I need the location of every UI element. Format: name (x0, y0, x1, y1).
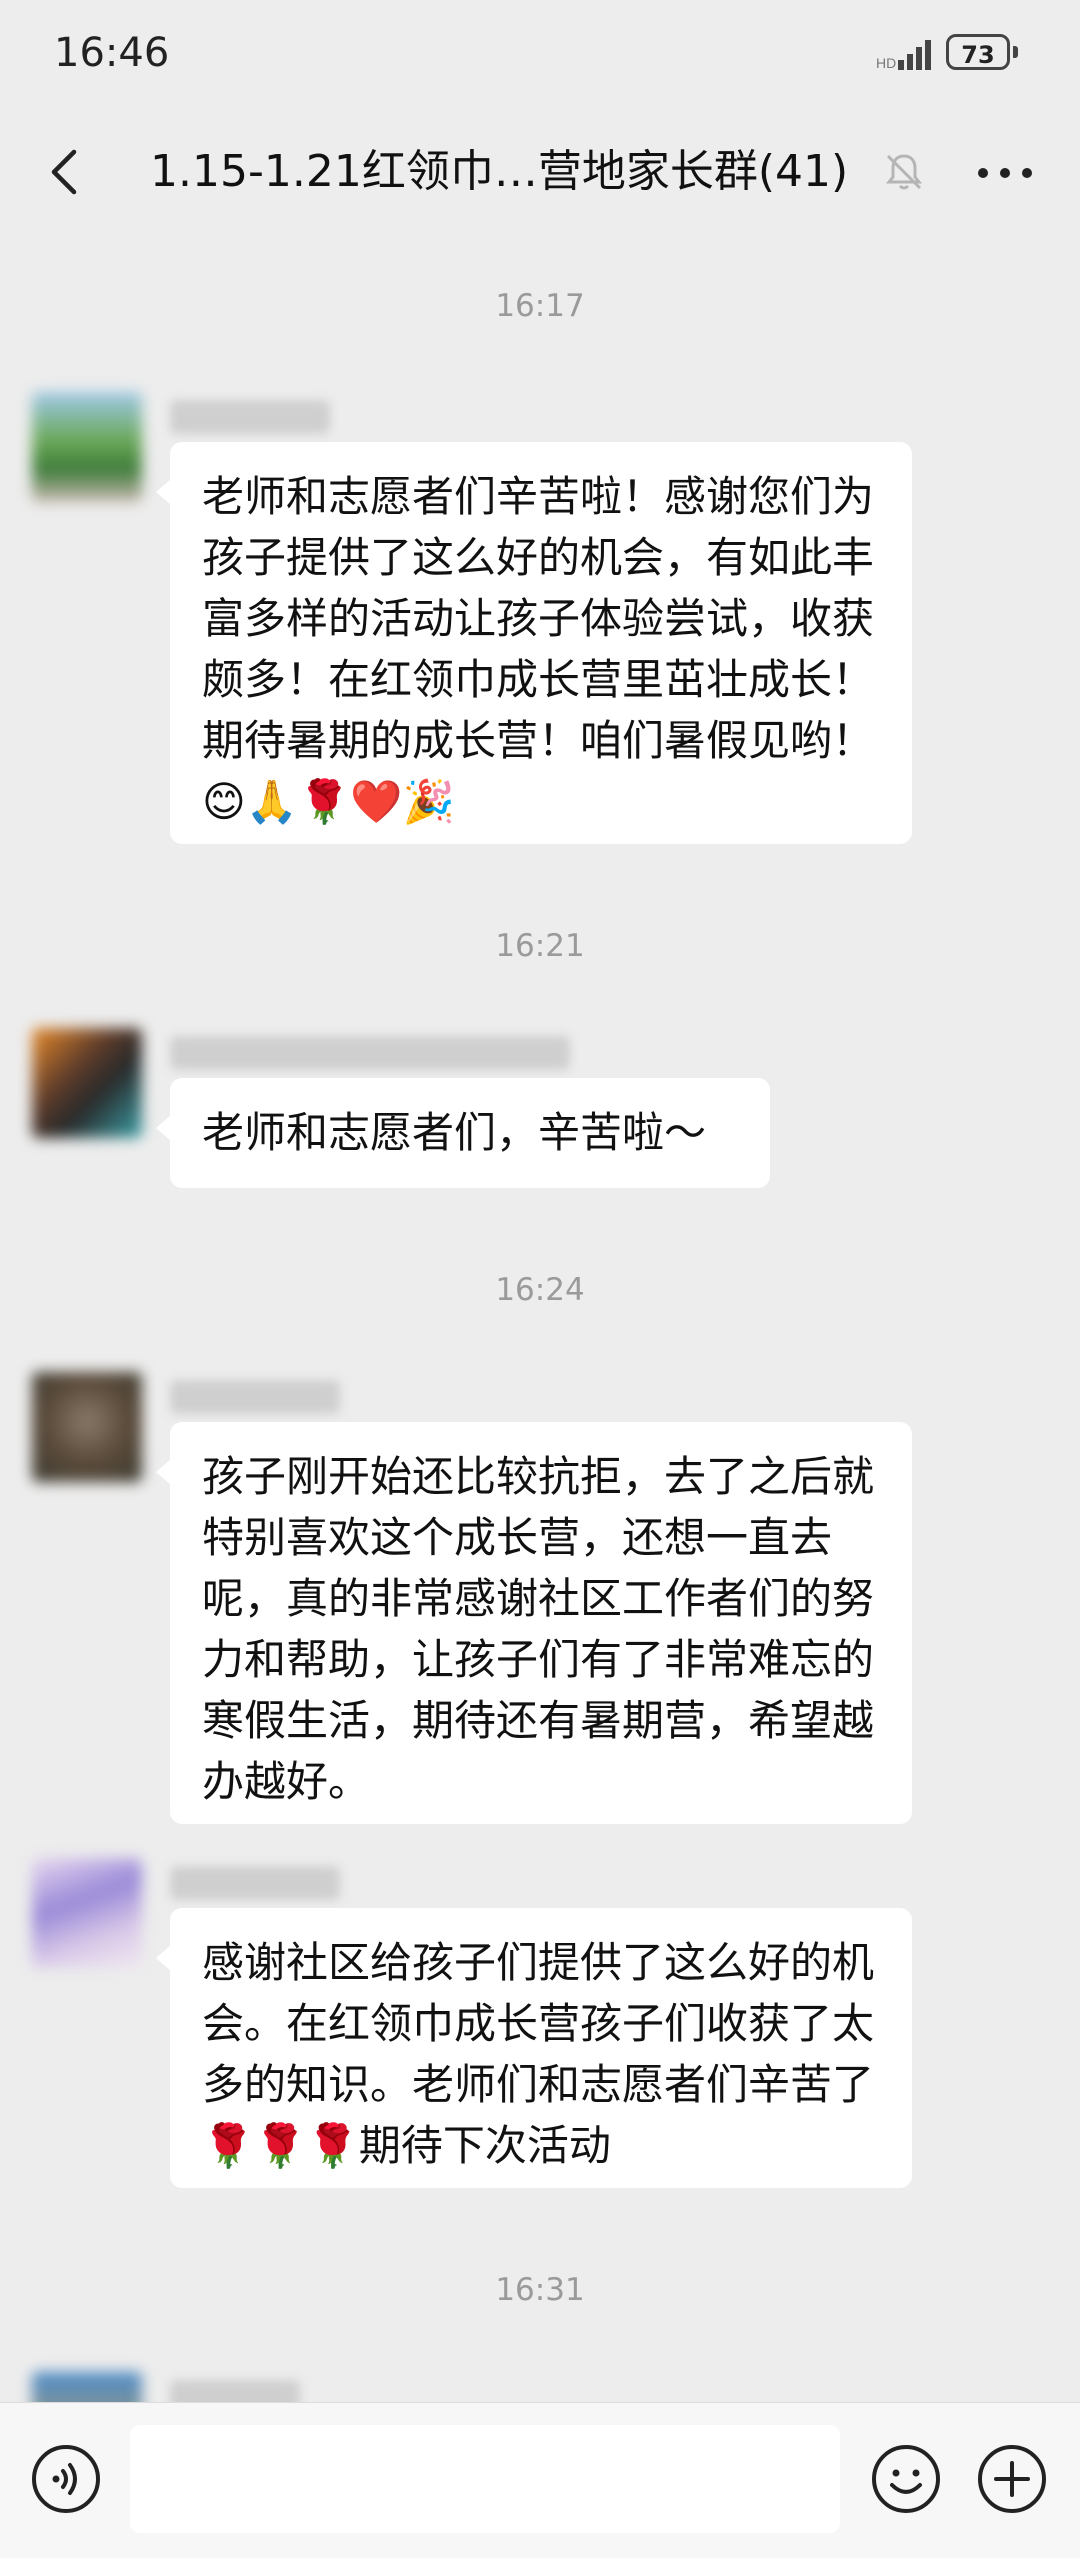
sender-name (170, 1380, 340, 1414)
avatar[interactable] (32, 1028, 142, 1138)
sender-name (170, 1866, 340, 1900)
chat-title: 1.15-1.21红领巾…营地家长群(41) (150, 146, 849, 197)
chevron-left-icon[interactable] (36, 142, 96, 202)
smiley-icon[interactable] (870, 2443, 942, 2515)
avatar[interactable] (32, 1372, 142, 1482)
avatar[interactable] (32, 392, 142, 502)
message-bubble[interactable]: 老师和志愿者们辛苦啦！感谢您们为孩子提供了这么好的机会，有如此丰富多样的活动让孩… (156, 442, 912, 844)
sender-name (170, 1036, 570, 1070)
bell-off-icon (885, 154, 923, 190)
timestamp: 16:31 (495, 2272, 585, 2308)
sender-name (170, 400, 330, 434)
status-bar: 16:46 HD 73 (0, 0, 1080, 112)
message-bubble[interactable]: 孩子刚开始还比较抗拒，去了之后就特别喜欢这个成长营，还想一直去呢，真的非常感谢社… (156, 1422, 912, 1824)
message-text: 孩子刚开始还比较抗拒，去了之后就特别喜欢这个成长营，还想一直去呢，真的非常感谢社… (202, 1452, 875, 1806)
message-bubble[interactable]: 老师和志愿者们，辛苦啦～ (156, 1078, 770, 1188)
more-horizontal-icon[interactable] (970, 148, 1040, 198)
battery-icon: 73 (946, 34, 1022, 74)
plus-circle-icon[interactable] (976, 2443, 1048, 2515)
message-text: 老师和志愿者们辛苦啦！感谢您们为孩子提供了这么好的机会，有如此丰富多样的活动让孩… (202, 472, 875, 826)
avatar[interactable] (32, 2372, 142, 2402)
message-text: 感谢社区给孩子们提供了这么好的机会。在红领巾成长营孩子们收获了太多的知识。老师们… (202, 1938, 875, 2170)
chat-header: 1.15-1.21红领巾…营地家长群(41) (0, 112, 1080, 232)
battery-level: 73 (961, 41, 995, 69)
avatar[interactable] (32, 1858, 142, 1968)
signal-icon: HD (876, 40, 931, 71)
message-text: 老师和志愿者们，辛苦啦～ (202, 1108, 707, 1157)
timestamp: 16:17 (495, 288, 585, 324)
sender-name (170, 2380, 300, 2402)
input-bar (0, 2402, 1080, 2558)
status-time: 16:46 (54, 30, 170, 76)
timestamp: 16:24 (495, 1272, 585, 1308)
timestamp: 16:21 (495, 928, 585, 964)
message-bubble[interactable]: 感谢社区给孩子们提供了这么好的机会。在红领巾成长营孩子们收获了太多的知识。老师们… (156, 1908, 912, 2188)
chat-messages[interactable]: 16:17 老师和志愿者们辛苦啦！感谢您们为孩子提供了这么好的机会，有如此丰富多… (0, 232, 1080, 2402)
message-input[interactable] (130, 2425, 840, 2533)
voice-icon[interactable] (30, 2443, 102, 2515)
svg-text:HD: HD (876, 55, 896, 71)
